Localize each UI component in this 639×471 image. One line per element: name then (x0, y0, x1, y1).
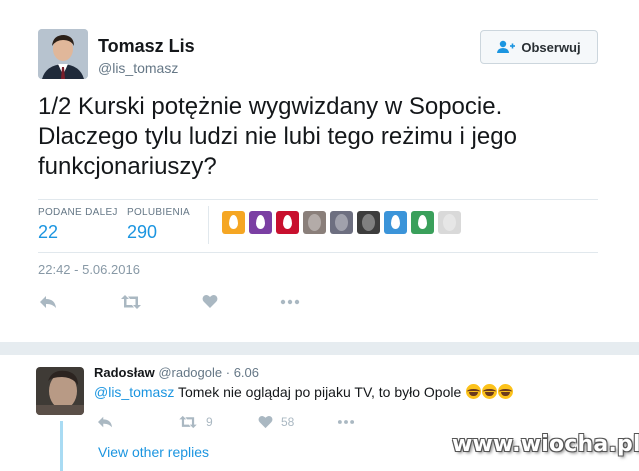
reply-timestamp[interactable]: 6.06 (234, 365, 259, 380)
like-count-label: POLUBIENIA (127, 207, 191, 218)
tweet-timestamp[interactable]: 22:42 - 5.06.2016 (38, 262, 140, 277)
retweet-icon (121, 295, 141, 309)
liker-avatar-face (362, 214, 375, 231)
divider (38, 252, 598, 253)
more-icon (337, 420, 355, 424)
more-button[interactable] (280, 294, 300, 310)
like-count-value: 290 (127, 222, 158, 242)
tweet-card: Tomasz Lis @lis_tomasz Obserwuj 1/2 Kurs… (0, 0, 639, 342)
retweet-count-value: 22 (38, 222, 59, 242)
reply-icon (98, 416, 112, 428)
reply-avatar-image (36, 367, 84, 415)
follow-button[interactable]: Obserwuj (480, 30, 598, 64)
like-button[interactable] (202, 294, 218, 309)
stats-separator (208, 206, 209, 244)
liker-avatar[interactable] (330, 211, 353, 234)
reply-mention-link[interactable]: @lis_tomasz (94, 384, 174, 400)
reply-retweet-count: 9 (206, 415, 213, 429)
reply-meta-separator: · (225, 365, 231, 380)
retweet-button[interactable] (120, 294, 142, 310)
liker-avatar-egg[interactable] (249, 211, 272, 234)
author-avatar[interactable] (38, 29, 88, 79)
watermark-logo: www.wiocha.pl (452, 432, 639, 457)
more-icon (280, 299, 300, 305)
retweet-icon (179, 415, 197, 429)
reply-like-button[interactable]: 58 (258, 415, 294, 429)
liker-avatar-egg[interactable] (222, 211, 245, 234)
joy-emoji (482, 384, 498, 399)
reply-author-name[interactable]: Radosław (94, 365, 155, 380)
reply-text-body: Tomek nie oglądaj po pijaku TV, to było … (174, 384, 466, 400)
follow-button-label: Obserwuj (521, 39, 581, 55)
reply-more-button[interactable] (336, 415, 356, 429)
liker-avatar-face (308, 214, 321, 231)
add-user-icon (497, 40, 516, 53)
view-other-replies-link[interactable]: View other replies (98, 444, 209, 460)
reply-text: @lis_tomasz Tomek nie oglądaj po pijaku … (94, 384, 514, 400)
author-avatar-image (38, 29, 88, 79)
reply-icon (40, 296, 56, 308)
liker-avatar-egg[interactable] (384, 211, 407, 234)
likers-avatars (222, 211, 461, 234)
liker-avatar-egg[interactable] (276, 211, 299, 234)
liker-avatar[interactable] (357, 211, 380, 234)
liker-avatar-face (335, 214, 348, 231)
liker-avatar-egg[interactable] (411, 211, 434, 234)
reply-author-avatar[interactable] (36, 367, 84, 415)
liker-avatar[interactable] (303, 211, 326, 234)
reply-button[interactable] (38, 294, 58, 310)
reply-like-count: 58 (281, 415, 295, 429)
joy-emoji (498, 384, 514, 399)
joy-emoji (466, 384, 482, 399)
reply-author-handle[interactable]: @radogole (158, 365, 222, 380)
author-name[interactable]: Tomasz Lis (98, 36, 195, 57)
reply-retweet-button[interactable]: 9 (178, 415, 213, 429)
divider (38, 199, 598, 200)
tweet-text: 1/2 Kurski potężnie wygwizdany w Sopocie… (38, 93, 517, 180)
liker-avatar[interactable] (438, 211, 461, 234)
heart-icon (202, 295, 218, 308)
reply-reply-button[interactable] (96, 415, 114, 429)
retweet-count-label: PODANE DALEJ (38, 207, 118, 218)
heart-icon (258, 415, 273, 429)
author-handle[interactable]: @lis_tomasz (98, 60, 178, 76)
retweet-count[interactable]: PODANE DALEJ 22 (38, 207, 118, 243)
liker-avatar-face (443, 214, 456, 231)
like-count[interactable]: POLUBIENIA 290 (127, 207, 190, 243)
thread-line (60, 421, 63, 471)
reply-header: Radosław @radogole · 6.06 (94, 365, 259, 380)
